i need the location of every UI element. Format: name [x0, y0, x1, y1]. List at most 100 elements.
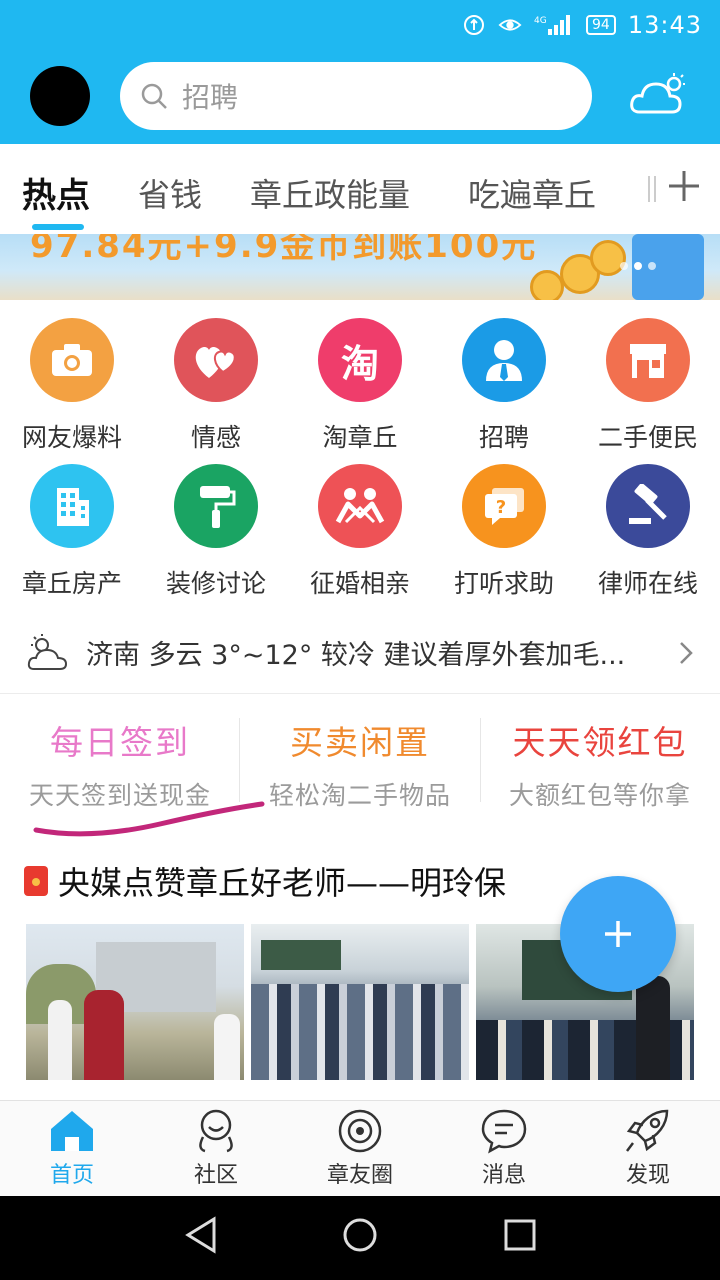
weather-text: 济南 多云 3°~12° 较冷 建议着厚外套加毛... [86, 640, 626, 671]
couple-icon [318, 464, 402, 548]
weather-icon[interactable] [628, 72, 686, 118]
grid-item-emotion[interactable]: 情感 [144, 318, 288, 454]
nav-label: 消息 [481, 1163, 526, 1188]
grid-label: 招聘 [478, 423, 529, 452]
person-tie-icon [462, 318, 546, 402]
plus-icon [605, 921, 631, 947]
grid-label: 征婚相亲 [309, 569, 410, 598]
grid-label: 淘章丘 [322, 423, 398, 452]
grid-item-real-estate[interactable]: 章丘房产 [0, 464, 144, 600]
rocket-icon [626, 1109, 669, 1152]
signal-icon: 4G [534, 13, 574, 37]
coin-decoration [530, 270, 564, 300]
help-chat-icon: ? [462, 464, 546, 548]
grid-item-matchmaking[interactable]: 征婚相亲 [288, 464, 432, 600]
nav-friends-circle[interactable]: 章友圈 [288, 1107, 432, 1189]
community-icon [199, 1109, 233, 1153]
avatar[interactable] [30, 66, 90, 126]
red-packet-icon [24, 866, 48, 896]
cloudy-icon [27, 633, 68, 670]
carousel-dots [620, 262, 656, 270]
grid-label: 二手便民 [597, 423, 698, 452]
coin-decoration [590, 240, 626, 276]
nav-community[interactable]: 社区 [144, 1107, 288, 1189]
news-photo-1[interactable] [26, 924, 244, 1080]
building-icon [30, 464, 114, 548]
promo-buy-sell[interactable]: 买卖闲置 轻松淘二手物品 [240, 694, 480, 814]
status-time: 13:43 [627, 11, 702, 39]
back-icon[interactable] [184, 1216, 218, 1254]
grid-item-tao-zhangqiu[interactable]: 淘 淘章丘 [288, 318, 432, 454]
grid-item-help[interactable]: ? 打听求助 [432, 464, 576, 600]
recents-icon[interactable] [503, 1216, 537, 1254]
add-post-button[interactable] [560, 876, 676, 992]
nav-label: 社区 [193, 1163, 238, 1188]
blackboard-shape [261, 940, 341, 970]
tab-save-money[interactable]: 省钱 [138, 170, 202, 216]
system-navigation-bar [0, 1196, 720, 1280]
grid-label: 律师在线 [597, 569, 698, 598]
camera-icon [30, 318, 114, 402]
promo-subtitle: 大额红包等你拿 [508, 781, 691, 810]
circle-icon [338, 1109, 382, 1153]
tab-overflow-fade [648, 176, 656, 202]
promo-subtitle: 轻松淘二手物品 [268, 781, 451, 810]
news-headline[interactable]: 央媒点赞章丘好老师——明玲保 [24, 858, 506, 904]
nav-label: 章友圈 [326, 1163, 393, 1188]
promo-title: 买卖闲置 [290, 723, 430, 762]
svg-text:?: ? [496, 497, 506, 518]
battery-indicator: 94 [586, 15, 616, 35]
message-icon [481, 1109, 527, 1154]
promo-banner[interactable]: 97.84元+9.9金币到账100元 [0, 234, 720, 300]
tab-hot[interactable]: 热点 [22, 168, 90, 217]
app-header: 4G 94 13:43 招聘 [0, 0, 720, 144]
news-title-text: 央媒点赞章丘好老师——明玲保 [58, 864, 507, 902]
nav-discover[interactable]: 发现 [576, 1107, 720, 1189]
grid-label: 打听求助 [453, 569, 554, 598]
news-photo-2[interactable] [251, 924, 469, 1080]
pen-scribble-mark [33, 801, 265, 837]
home-icon [51, 1111, 93, 1151]
weather-forecast-row[interactable]: 济南 多云 3°~12° 较冷 建议着厚外套加毛... [0, 612, 720, 694]
grid-label: 网友爆料 [21, 423, 122, 452]
status-bar: 4G 94 13:43 [462, 8, 702, 42]
battery-level: 94 [592, 17, 610, 33]
chevron-right-icon [680, 642, 693, 664]
promo-red-packet[interactable]: 天天领红包 大额红包等你拿 [480, 694, 720, 814]
search-bar[interactable]: 招聘 [120, 62, 592, 130]
grid-item-second-hand[interactable]: 二手便民 [576, 318, 720, 454]
promo-title: 每日签到 [50, 723, 190, 762]
tab-zhangqiu-politics[interactable]: 章丘政能量 [250, 170, 410, 216]
tao-glyph: 淘 [340, 341, 379, 386]
nav-label: 首页 [49, 1163, 94, 1188]
paint-roller-icon [174, 464, 258, 548]
search-icon [141, 83, 167, 109]
nav-messages[interactable]: 消息 [432, 1107, 576, 1189]
grid-label: 情感 [190, 423, 241, 452]
banner-text: 97.84元+9.9金币到账100元 [30, 234, 538, 266]
grid-item-decoration[interactable]: 装修讨论 [144, 464, 288, 600]
eye-icon [498, 13, 522, 37]
promo-title: 天天领红包 [512, 723, 688, 762]
feature-grid: 网友爆料 情感 淘 淘章丘 招聘 二手便民 章丘房产 装修讨论 征婚相亲 ? 打… [0, 300, 720, 600]
bottom-navigation: 首页 社区 章友圈 消息 发现 [0, 1100, 720, 1196]
svg-text:4G: 4G [534, 16, 547, 26]
gavel-icon [606, 464, 690, 548]
speaker-figure [84, 990, 124, 1080]
nav-home[interactable]: 首页 [0, 1107, 144, 1189]
grid-item-lawyer[interactable]: 律师在线 [576, 464, 720, 600]
hearts-icon [174, 318, 258, 402]
student-figure [48, 1000, 72, 1080]
add-tab-icon[interactable] [666, 168, 702, 204]
grid-label: 章丘房产 [21, 569, 122, 598]
tab-eat-zhangqiu[interactable]: 吃遍章丘 [468, 170, 596, 216]
students-group [251, 984, 469, 1080]
teacher-figure [636, 976, 670, 1080]
grid-item-recruitment[interactable]: 招聘 [432, 318, 576, 454]
home-button-icon[interactable] [342, 1216, 378, 1254]
data-saver-icon [462, 13, 486, 37]
grid-label: 装修讨论 [165, 569, 266, 598]
channel-tabs: 热点 省钱 章丘政能量 吃遍章丘 [0, 144, 720, 234]
tao-icon: 淘 [318, 318, 402, 402]
grid-item-user-reports[interactable]: 网友爆料 [0, 318, 144, 454]
